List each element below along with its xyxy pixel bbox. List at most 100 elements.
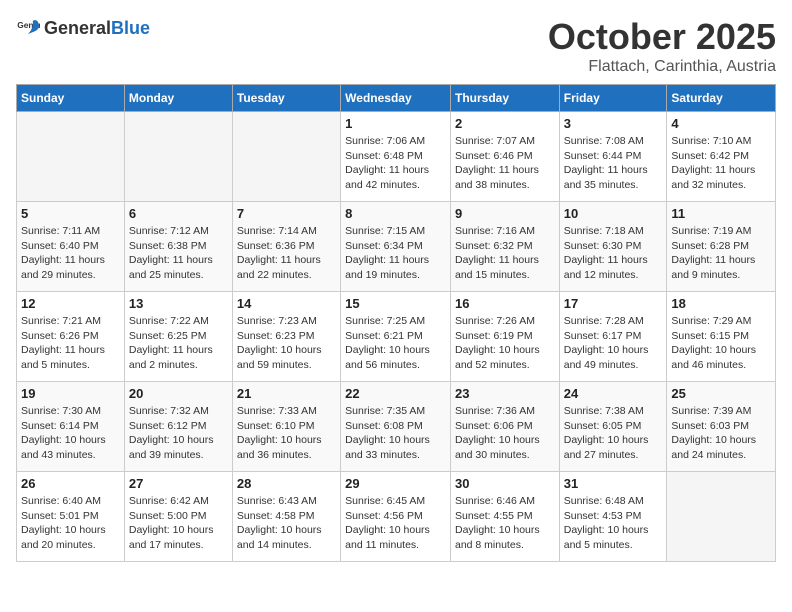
day-info: Sunrise: 7:23 AM Sunset: 6:23 PM Dayligh… (237, 314, 336, 373)
day-number: 15 (345, 296, 446, 311)
table-row: 10 Sunrise: 7:18 AM Sunset: 6:30 PM Dayli… (559, 202, 667, 292)
day-info: Sunrise: 7:06 AM Sunset: 6:48 PM Dayligh… (345, 134, 446, 193)
day-number: 16 (455, 296, 555, 311)
day-number: 5 (21, 206, 120, 221)
table-row (667, 472, 776, 562)
day-number: 11 (671, 206, 771, 221)
day-info: Sunrise: 7:10 AM Sunset: 6:42 PM Dayligh… (671, 134, 771, 193)
day-number: 23 (455, 386, 555, 401)
day-info: Sunrise: 7:18 AM Sunset: 6:30 PM Dayligh… (564, 224, 663, 283)
day-number: 31 (564, 476, 663, 491)
table-row: 11 Sunrise: 7:19 AM Sunset: 6:28 PM Dayli… (667, 202, 776, 292)
day-number: 8 (345, 206, 446, 221)
table-row: 16 Sunrise: 7:26 AM Sunset: 6:19 PM Dayli… (450, 292, 559, 382)
table-row: 22 Sunrise: 7:35 AM Sunset: 6:08 PM Dayli… (341, 382, 451, 472)
day-info: Sunrise: 7:12 AM Sunset: 6:38 PM Dayligh… (129, 224, 228, 283)
day-number: 1 (345, 116, 446, 131)
day-info: Sunrise: 7:28 AM Sunset: 6:17 PM Dayligh… (564, 314, 663, 373)
day-info: Sunrise: 7:19 AM Sunset: 6:28 PM Dayligh… (671, 224, 771, 283)
calendar-week-row: 1 Sunrise: 7:06 AM Sunset: 6:48 PM Daylig… (17, 112, 776, 202)
day-info: Sunrise: 6:40 AM Sunset: 5:01 PM Dayligh… (21, 494, 120, 553)
header-sunday: Sunday (17, 85, 125, 112)
table-row: 30Sunrise: 6:46 AM Sunset: 4:55 PM Dayli… (450, 472, 559, 562)
table-row: 25Sunrise: 7:39 AM Sunset: 6:03 PM Dayli… (667, 382, 776, 472)
table-row: 3 Sunrise: 7:08 AM Sunset: 6:44 PM Daylig… (559, 112, 667, 202)
day-number: 19 (21, 386, 120, 401)
day-info: Sunrise: 7:15 AM Sunset: 6:34 PM Dayligh… (345, 224, 446, 283)
day-number: 6 (129, 206, 228, 221)
header: General GeneralBlue October 2025 Flattac… (16, 16, 776, 76)
day-number: 2 (455, 116, 555, 131)
table-row: 20Sunrise: 7:32 AM Sunset: 6:12 PM Dayli… (124, 382, 232, 472)
day-info: Sunrise: 7:29 AM Sunset: 6:15 PM Dayligh… (671, 314, 771, 373)
day-info: Sunrise: 7:30 AM Sunset: 6:14 PM Dayligh… (21, 404, 120, 463)
day-number: 26 (21, 476, 120, 491)
day-number: 17 (564, 296, 663, 311)
day-info: Sunrise: 6:45 AM Sunset: 4:56 PM Dayligh… (345, 494, 446, 553)
table-row (124, 112, 232, 202)
table-row: 14 Sunrise: 7:23 AM Sunset: 6:23 PM Dayli… (232, 292, 340, 382)
day-number: 18 (671, 296, 771, 311)
calendar-week-row: 12 Sunrise: 7:21 AM Sunset: 6:26 PM Dayli… (17, 292, 776, 382)
day-number: 29 (345, 476, 446, 491)
day-info: Sunrise: 7:35 AM Sunset: 6:08 PM Dayligh… (345, 404, 446, 463)
day-number: 9 (455, 206, 555, 221)
logo-blue: Blue (111, 18, 150, 38)
table-row: 23 Sunrise: 7:36 AM Sunset: 6:06 PM Dayli… (450, 382, 559, 472)
day-info: Sunrise: 6:48 AM Sunset: 4:53 PM Dayligh… (564, 494, 663, 553)
calendar-header-row: Sunday Monday Tuesday Wednesday Thursday… (17, 85, 776, 112)
table-row: 12 Sunrise: 7:21 AM Sunset: 6:26 PM Dayli… (17, 292, 125, 382)
calendar-week-row: 19 Sunrise: 7:30 AM Sunset: 6:14 PM Dayli… (17, 382, 776, 472)
table-row: 13 Sunrise: 7:22 AM Sunset: 6:25 PM Dayli… (124, 292, 232, 382)
day-info: Sunrise: 7:11 AM Sunset: 6:40 PM Dayligh… (21, 224, 120, 283)
day-info: Sunrise: 7:14 AM Sunset: 6:36 PM Dayligh… (237, 224, 336, 283)
month-title: October 2025 (548, 16, 776, 58)
table-row: 15Sunrise: 7:25 AM Sunset: 6:21 PM Dayli… (341, 292, 451, 382)
day-info: Sunrise: 7:32 AM Sunset: 6:12 PM Dayligh… (129, 404, 228, 463)
day-number: 14 (237, 296, 336, 311)
logo: General GeneralBlue (16, 16, 150, 40)
table-row: 8 Sunrise: 7:15 AM Sunset: 6:34 PM Daylig… (341, 202, 451, 292)
logo-icon: General (16, 16, 40, 40)
day-info: Sunrise: 7:39 AM Sunset: 6:03 PM Dayligh… (671, 404, 771, 463)
day-info: Sunrise: 6:43 AM Sunset: 4:58 PM Dayligh… (237, 494, 336, 553)
title-area: October 2025 Flattach, Carinthia, Austri… (548, 16, 776, 76)
day-info: Sunrise: 7:36 AM Sunset: 6:06 PM Dayligh… (455, 404, 555, 463)
table-row: 4Sunrise: 7:10 AM Sunset: 6:42 PM Daylig… (667, 112, 776, 202)
day-number: 27 (129, 476, 228, 491)
day-info: Sunrise: 7:26 AM Sunset: 6:19 PM Dayligh… (455, 314, 555, 373)
table-row: 5 Sunrise: 7:11 AM Sunset: 6:40 PM Daylig… (17, 202, 125, 292)
table-row: 9Sunrise: 7:16 AM Sunset: 6:32 PM Daylig… (450, 202, 559, 292)
calendar-week-row: 26 Sunrise: 6:40 AM Sunset: 5:01 PM Dayli… (17, 472, 776, 562)
header-wednesday: Wednesday (341, 85, 451, 112)
day-number: 7 (237, 206, 336, 221)
table-row: 28Sunrise: 6:43 AM Sunset: 4:58 PM Dayli… (232, 472, 340, 562)
table-row (17, 112, 125, 202)
header-saturday: Saturday (667, 85, 776, 112)
day-info: Sunrise: 7:08 AM Sunset: 6:44 PM Dayligh… (564, 134, 663, 193)
day-info: Sunrise: 7:22 AM Sunset: 6:25 PM Dayligh… (129, 314, 228, 373)
day-info: Sunrise: 7:07 AM Sunset: 6:46 PM Dayligh… (455, 134, 555, 193)
day-info: Sunrise: 6:46 AM Sunset: 4:55 PM Dayligh… (455, 494, 555, 553)
day-number: 3 (564, 116, 663, 131)
table-row: 1 Sunrise: 7:06 AM Sunset: 6:48 PM Daylig… (341, 112, 451, 202)
table-row (232, 112, 340, 202)
day-info: Sunrise: 7:21 AM Sunset: 6:26 PM Dayligh… (21, 314, 120, 373)
location-title: Flattach, Carinthia, Austria (548, 58, 776, 76)
day-info: Sunrise: 6:42 AM Sunset: 5:00 PM Dayligh… (129, 494, 228, 553)
table-row: 18 Sunrise: 7:29 AM Sunset: 6:15 PM Dayli… (667, 292, 776, 382)
day-info: Sunrise: 7:38 AM Sunset: 6:05 PM Dayligh… (564, 404, 663, 463)
calendar-table: Sunday Monday Tuesday Wednesday Thursday… (16, 84, 776, 562)
table-row: 7 Sunrise: 7:14 AM Sunset: 6:36 PM Daylig… (232, 202, 340, 292)
table-row: 19 Sunrise: 7:30 AM Sunset: 6:14 PM Dayli… (17, 382, 125, 472)
header-monday: Monday (124, 85, 232, 112)
table-row: 17 Sunrise: 7:28 AM Sunset: 6:17 PM Dayli… (559, 292, 667, 382)
day-number: 13 (129, 296, 228, 311)
table-row: 27 Sunrise: 6:42 AM Sunset: 5:00 PM Dayli… (124, 472, 232, 562)
header-tuesday: Tuesday (232, 85, 340, 112)
day-number: 10 (564, 206, 663, 221)
day-number: 22 (345, 386, 446, 401)
day-number: 12 (21, 296, 120, 311)
table-row: 31 Sunrise: 6:48 AM Sunset: 4:53 PM Dayli… (559, 472, 667, 562)
table-row: 24Sunrise: 7:38 AM Sunset: 6:05 PM Dayli… (559, 382, 667, 472)
